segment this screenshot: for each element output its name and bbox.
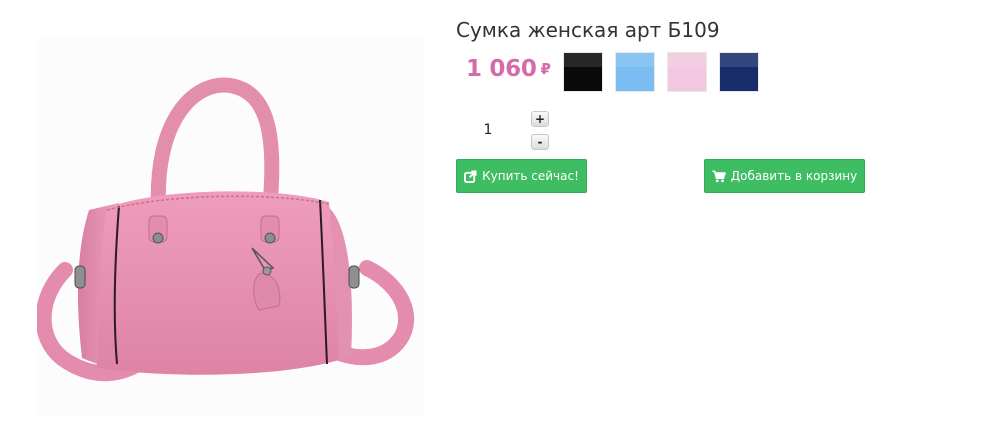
- color-swatches: [563, 52, 759, 92]
- swatch-light-blue[interactable]: [615, 52, 655, 92]
- product-image: [37, 38, 423, 416]
- swatch-light-pink[interactable]: [667, 52, 707, 92]
- pink-handbag-image: [37, 77, 415, 382]
- product-title: Сумка женская арт Б109: [456, 18, 720, 42]
- buy-now-button[interactable]: Купить сейчас!: [456, 159, 587, 193]
- quantity-decrease-button[interactable]: -: [531, 134, 549, 150]
- swatch-navy[interactable]: [719, 52, 759, 92]
- quantity-value[interactable]: 1: [480, 122, 496, 138]
- add-to-cart-button[interactable]: Добавить в корзину: [704, 159, 865, 193]
- external-link-icon: [464, 169, 477, 183]
- add-to-cart-label: Добавить в корзину: [730, 169, 858, 183]
- shopping-cart-icon: [712, 170, 726, 182]
- buy-now-label: Купить сейчас!: [482, 169, 579, 183]
- swatch-black[interactable]: [563, 52, 603, 92]
- currency-symbol: ₽: [540, 60, 551, 78]
- price-value: 1 060: [466, 56, 537, 82]
- quantity-increase-button[interactable]: +: [531, 111, 549, 127]
- product-price: 1 060 ₽: [466, 56, 551, 82]
